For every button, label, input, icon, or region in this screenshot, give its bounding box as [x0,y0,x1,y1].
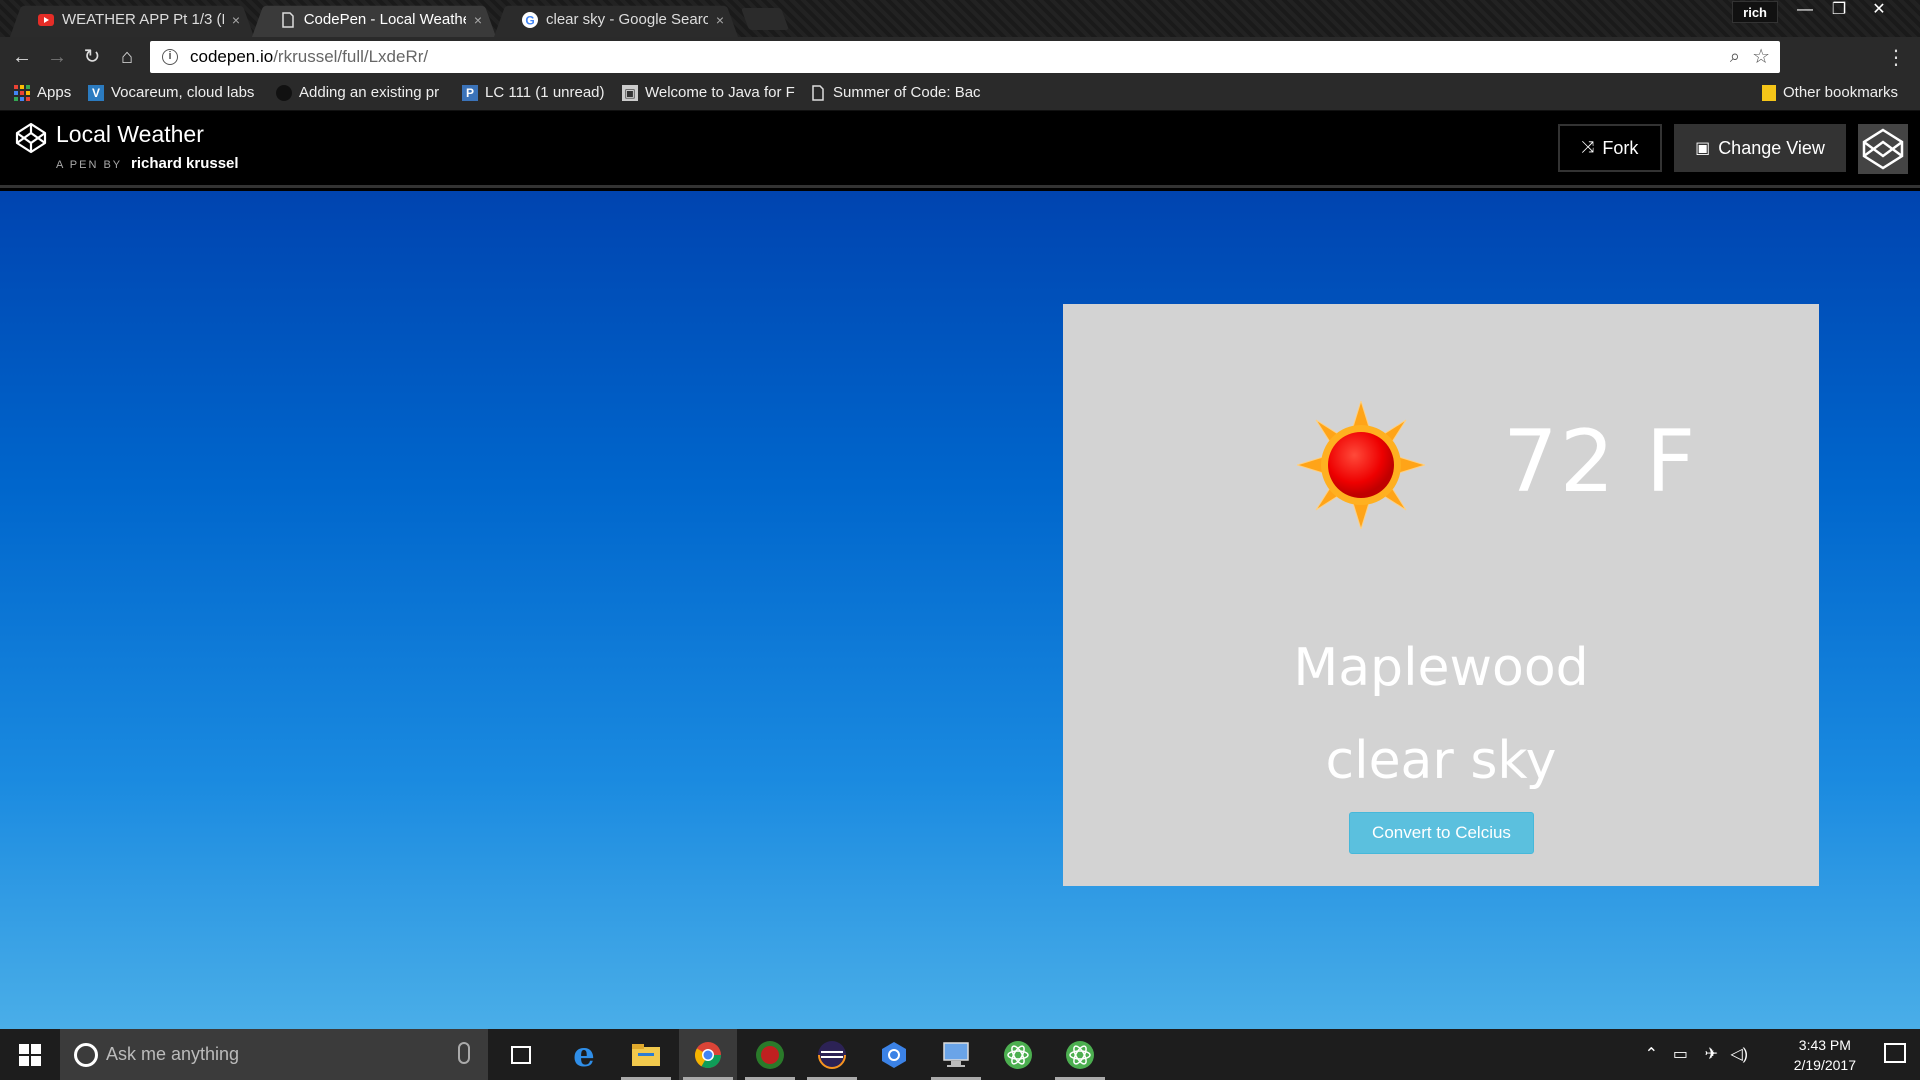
home-icon[interactable]: ⌂ [114,45,140,71]
new-tab-button[interactable] [740,8,790,30]
clock-date: 2/19/2017 [1793,1057,1856,1073]
chevron-up-icon[interactable]: ⌃ [1645,1044,1658,1064]
airplane-icon[interactable]: ✈ [1705,1044,1718,1064]
chrome-apps-icon[interactable] [865,1029,923,1080]
windows-icon [19,1043,41,1066]
change-view-label: Change View [1718,137,1825,158]
profile-button[interactable]: rich [1732,1,1778,23]
weather-card: 72 F Maplewood clear sky Convert to Celc… [1063,304,1819,886]
convert-button[interactable]: Convert to Celcius [1349,812,1534,854]
apps-grid-icon [14,84,30,101]
info-icon[interactable]: i [162,49,178,65]
atom-icon-2[interactable] [1051,1029,1109,1080]
bookmark-label: Welcome to Java for F [645,84,795,101]
zoom-icon[interactable]: ⌕ [1730,46,1740,67]
tab-title: WEATHER APP Pt 1/3 (Lo [62,11,224,28]
tab-title: clear sky - Google Search [546,11,708,28]
tab-google[interactable]: G clear sky - Google Search × [494,2,738,37]
codepen-logo-icon[interactable] [15,122,47,154]
temperature: 72 F [1503,412,1698,512]
search-placeholder: Ask me anything [106,1044,240,1064]
reload-icon[interactable]: ↻ [79,45,105,71]
youtube-icon [38,12,54,28]
taskbar: Ask me anything e ⌃ ▭ ✈ ◁) 3:43 PM 2/19/… [0,1029,1920,1080]
bookmark-summer-of-code[interactable]: Summer of Code: Bac [810,84,983,101]
close-icon[interactable]: × [716,12,724,28]
url-host: codepen.io [190,47,274,66]
cortana-icon [74,1042,98,1067]
bookmark-lc111[interactable]: P LC 111 (1 unread) [462,84,605,101]
minimize-icon[interactable]: — [1788,0,1822,22]
bookmark-label: LC 111 (1 unread) [485,84,605,101]
bookmark-label: Summer of Code: Bac [833,84,981,101]
bookmark-apps[interactable]: Apps [14,84,71,101]
cortana-search[interactable]: Ask me anything [60,1029,488,1080]
tab-title: CodePen - Local Weathe [303,11,466,28]
bookmarks-bar: Apps V Vocareum, cloud labs Adding an ex… [0,77,1920,111]
github-icon [276,84,292,101]
url-path: /rkrussel/full/LxdeRr/ [273,47,429,66]
start-button[interactable] [0,1029,60,1080]
bookmark-vocareum[interactable]: V Vocareum, cloud labs [88,84,257,101]
fork-button[interactable]: ⤨ Fork [1558,124,1662,172]
close-icon[interactable]: × [474,12,482,28]
close-window-icon[interactable]: ✕ [1862,0,1896,22]
app-green-red-icon[interactable] [741,1029,799,1080]
page-background: 72 F Maplewood clear sky Convert to Celc… [0,191,1920,1029]
sun-icon [1297,401,1425,529]
p-icon: P [462,84,478,101]
volume-icon[interactable]: ◁) [1730,1044,1748,1064]
folder-icon [1762,84,1776,101]
bookmark-github[interactable]: Adding an existing pr [276,84,442,101]
pen-author[interactable]: richard krussel [131,155,239,172]
back-arrow-icon[interactable]: ← [9,45,35,71]
avatar[interactable] [1858,124,1908,174]
chrome-icon[interactable] [679,1029,737,1080]
tab-youtube[interactable]: WEATHER APP Pt 1/3 (Lo × [10,2,254,37]
google-icon: G [522,11,538,28]
bookmark-java[interactable]: ▣ Welcome to Java for F [622,84,795,101]
star-icon[interactable]: ☆ [1752,44,1770,69]
change-view-button[interactable]: ▣ Change View [1674,124,1846,172]
by-label: A PEN BY [56,159,122,171]
atom-icon[interactable] [989,1029,1047,1080]
restore-icon[interactable]: ❐ [1822,0,1856,22]
pen-title: Local Weather [56,121,204,147]
edge-icon[interactable]: e [555,1029,613,1080]
pen-byline: A PEN BY richard krussel [56,155,239,172]
eclipse-icon[interactable] [803,1029,861,1080]
bookmark-label: Vocareum, cloud labs [111,84,255,101]
page-icon [280,11,296,28]
notification-icon[interactable] [1884,1043,1906,1063]
other-bookmarks[interactable]: Other bookmarks [1762,84,1898,101]
tab-strip: WEATHER APP Pt 1/3 (Lo × CodePen - Local… [0,0,1920,37]
battery-icon[interactable]: ▭ [1673,1044,1688,1064]
microphone-icon[interactable] [458,1042,470,1064]
codepen-header: Local Weather A PEN BY richard krussel ⤨… [0,112,1920,188]
fork-label: Fork [1602,137,1639,158]
close-icon[interactable]: × [232,12,240,28]
clock[interactable]: 3:43 PM 2/19/2017 [1794,1035,1856,1075]
bookmark-label: Apps [37,84,72,101]
bookmark-label: Other bookmarks [1783,84,1899,101]
menu-icon[interactable]: ⋮ [1886,45,1906,70]
task-view-icon[interactable] [492,1029,550,1080]
eye-icon: ▣ [1695,140,1711,157]
browser-toolbar: ← → ↻ ⌂ i codepen.io /rkrussel/full/Lxde… [0,37,1920,77]
bookmark-label: Adding an existing pr [299,84,440,101]
remote-desktop-icon[interactable] [927,1029,985,1080]
bookmark-icon: ▣ [622,84,638,101]
fork-icon: ⤨ [1581,139,1595,156]
page-icon [810,84,826,101]
tab-codepen[interactable]: CodePen - Local Weathe × [252,2,496,37]
avatar-logo-icon [1862,128,1904,170]
clock-time: 3:43 PM [1798,1037,1851,1053]
file-explorer-icon[interactable] [617,1029,675,1080]
city-name: Maplewood [1293,638,1589,698]
weather-description: clear sky [1325,731,1557,791]
forward-arrow-icon[interactable]: → [44,45,70,71]
svg-text:G: G [525,13,534,27]
vocareum-icon: V [88,84,104,101]
address-bar[interactable]: i codepen.io /rkrussel/full/LxdeRr/ ⌕ ☆ [150,41,1780,73]
